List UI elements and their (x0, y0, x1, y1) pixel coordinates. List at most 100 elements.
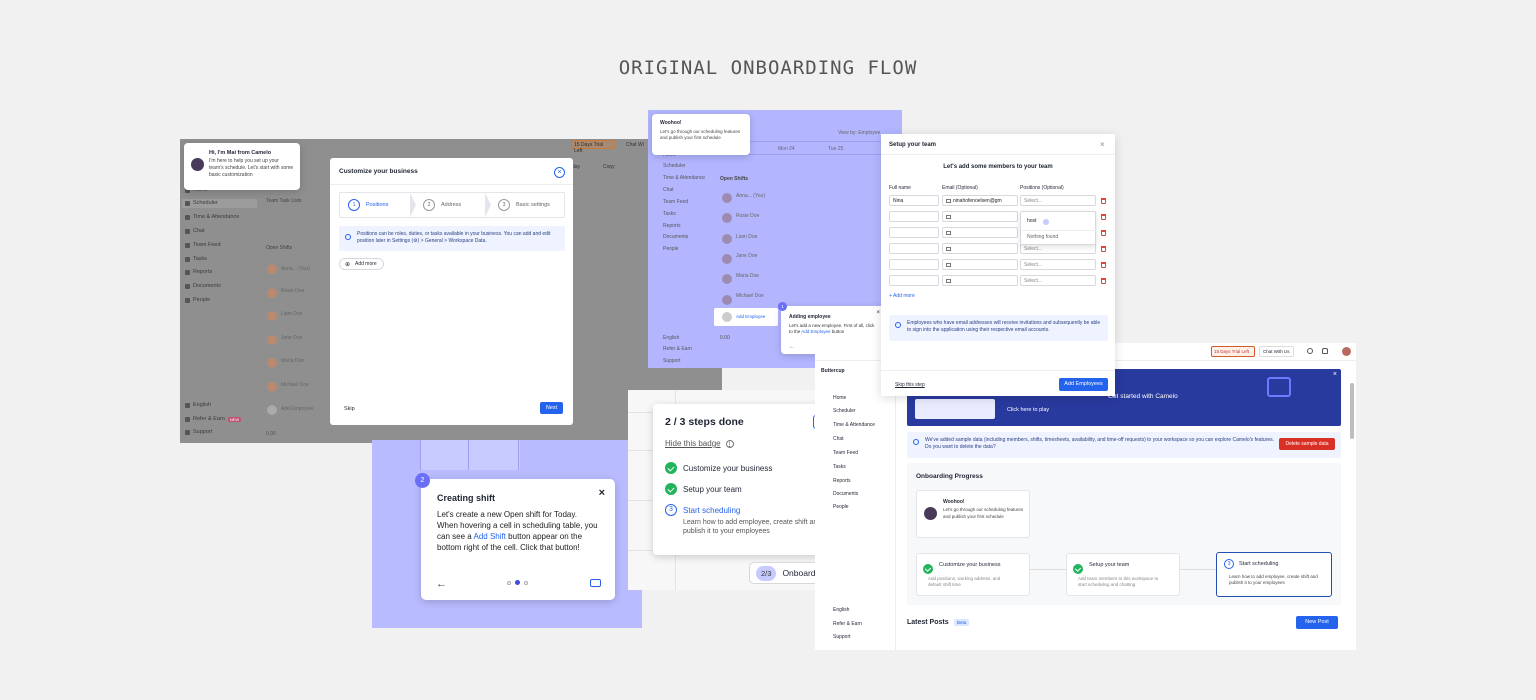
nav-documents[interactable]: Documents (833, 491, 858, 497)
nav-english[interactable]: English (185, 402, 211, 408)
settings-icon[interactable] (1307, 348, 1313, 354)
trash-icon[interactable] (1101, 198, 1106, 204)
nav-time-attendance[interactable]: Time & Attendance (833, 422, 875, 428)
step-address[interactable]: 2 Address (423, 199, 461, 211)
nav-people[interactable]: People (833, 504, 849, 510)
step-positions[interactable]: 1 Positions (348, 199, 388, 211)
view-by-select[interactable]: View by: Employee (838, 130, 880, 136)
nav-tasks[interactable]: Tasks (185, 256, 207, 262)
add-employee-link[interactable]: Add Employee (801, 329, 830, 334)
nav-scheduler[interactable]: Scheduler (185, 200, 218, 206)
full-name-input[interactable] (889, 211, 939, 222)
avatar[interactable] (1342, 347, 1351, 356)
nav-refer-earn[interactable]: Refer & Earn (663, 346, 692, 352)
today-button[interactable]: day (572, 164, 580, 170)
full-name-input[interactable] (889, 259, 939, 270)
nav-chat[interactable]: Chat (663, 187, 674, 193)
add-more-button[interactable]: ⊕ Add more (339, 258, 384, 270)
nav-refer-earn[interactable]: Refer & Earn (833, 621, 862, 627)
scrollbar[interactable] (1350, 383, 1354, 439)
arrow-left-icon[interactable]: ← (789, 344, 795, 350)
nav-scheduler[interactable]: Scheduler (833, 408, 856, 414)
progress-step-customize[interactable]: Customize your business Add positions, w… (916, 553, 1030, 596)
add-more-link[interactable]: + Add more (889, 293, 915, 299)
nav-documents[interactable]: Documents (185, 283, 221, 289)
step-basic-settings[interactable]: 3 Basic settings (498, 199, 550, 211)
nav-support[interactable]: Support (833, 634, 851, 640)
trash-icon[interactable] (1101, 278, 1106, 284)
trash-icon[interactable] (1101, 230, 1106, 236)
full-name-input[interactable] (889, 227, 939, 238)
nav-refer-earn[interactable]: Refer & Earn NEW (185, 416, 242, 422)
nav-support[interactable]: Support (663, 358, 681, 364)
arrow-left-icon[interactable]: ← (436, 578, 447, 590)
chat-button[interactable]: Chat Wi (626, 142, 644, 148)
chat-with-us-button[interactable]: Chat With Us (1259, 346, 1294, 357)
trash-icon[interactable] (1101, 214, 1106, 220)
skip-button[interactable]: Skip (344, 406, 355, 412)
positions-select[interactable]: Select... (1020, 259, 1096, 270)
email-input[interactable] (942, 243, 1018, 254)
email-input[interactable] (942, 227, 1018, 238)
nav-scheduler[interactable]: Scheduler (663, 163, 686, 169)
close-icon[interactable]: × (599, 487, 605, 499)
column-mon: Mon 24 (778, 146, 795, 152)
progress-step-team[interactable]: Setup your team Add team members to this… (1066, 553, 1180, 596)
new-post-button[interactable]: New Post (1296, 616, 1338, 629)
nav-tasks[interactable]: Tasks (663, 211, 676, 217)
positions-select[interactable]: Select... (1020, 275, 1096, 286)
nav-documents[interactable]: Documents (663, 234, 688, 240)
email-input[interactable] (942, 259, 1018, 270)
hide-badge-link[interactable]: Hide this badge i (665, 439, 824, 448)
email-input[interactable]: ninahofenoelsen@gm (942, 195, 1018, 206)
nav-reports[interactable]: Reports (185, 269, 212, 275)
video-thumbnail[interactable] (915, 399, 995, 419)
nav-team-feed[interactable]: Team Feed (663, 199, 688, 205)
positions-select[interactable]: Select... (1020, 195, 1096, 206)
close-icon[interactable]: × (1100, 140, 1105, 149)
add-employee-link[interactable]: Add Employee (281, 406, 314, 412)
nav-people[interactable]: People (663, 246, 679, 252)
close-icon[interactable]: × (876, 310, 880, 316)
nav-support[interactable]: Support (185, 429, 212, 435)
nav-time-attendance[interactable]: Time & Attendance (663, 175, 705, 181)
trash-icon[interactable] (1101, 246, 1106, 252)
add-employees-button[interactable]: Add Employees (1059, 378, 1108, 391)
email-input[interactable] (942, 211, 1018, 222)
nav-time-attendance[interactable]: Time & Attendance (185, 214, 239, 220)
dropdown-search[interactable]: host (1027, 218, 1036, 224)
trial-badge[interactable]: 15 Days Trial Left (1211, 346, 1255, 357)
full-name-input[interactable] (889, 243, 939, 254)
trial-badge[interactable]: 15 Days Trial Left (571, 140, 615, 154)
nav-english[interactable]: English (833, 607, 849, 613)
nav-people[interactable]: People (185, 297, 210, 303)
nav-tasks[interactable]: Tasks (833, 464, 846, 470)
nav-home[interactable]: Home (833, 395, 846, 401)
delete-sample-data-button[interactable]: Delete sample data (1279, 438, 1335, 450)
add-shift-link[interactable]: Add Shift (473, 532, 505, 541)
skip-step-link[interactable]: Skip this step (895, 382, 925, 388)
full-name-input[interactable] (889, 275, 939, 286)
nav-chat[interactable]: Chat (833, 436, 844, 442)
play-link[interactable]: Click here to play (1007, 407, 1049, 413)
bell-icon[interactable] (1322, 348, 1328, 354)
workspace-name[interactable]: Buttercup (821, 368, 845, 374)
team-task-lists[interactable]: Team Task Lists (266, 198, 301, 204)
nav-team-feed[interactable]: Team Feed (185, 242, 221, 248)
nav-chat[interactable]: Chat (185, 228, 205, 234)
close-icon[interactable]: × (554, 167, 565, 178)
add-employee-button[interactable]: Add Employee (714, 308, 778, 326)
email-input[interactable] (942, 275, 1018, 286)
step-current-scheduling[interactable]: 3 Start scheduling (665, 504, 824, 516)
nav-reports[interactable]: Reports (833, 478, 851, 484)
nav-team-feed[interactable]: Team Feed (833, 450, 858, 456)
full-name-input[interactable]: Nina (889, 195, 939, 206)
nav-reports[interactable]: Reports (663, 223, 681, 229)
trash-icon[interactable] (1101, 262, 1106, 268)
progress-step-scheduling[interactable]: 3 Start scheduling Learn how to add empl… (1216, 552, 1332, 597)
close-icon[interactable]: × (1333, 371, 1337, 378)
add-shift-icon[interactable] (590, 579, 601, 587)
nav-english[interactable]: English (663, 335, 679, 341)
copy-button[interactable]: Copy (603, 164, 615, 170)
next-button[interactable]: Next (540, 402, 563, 414)
